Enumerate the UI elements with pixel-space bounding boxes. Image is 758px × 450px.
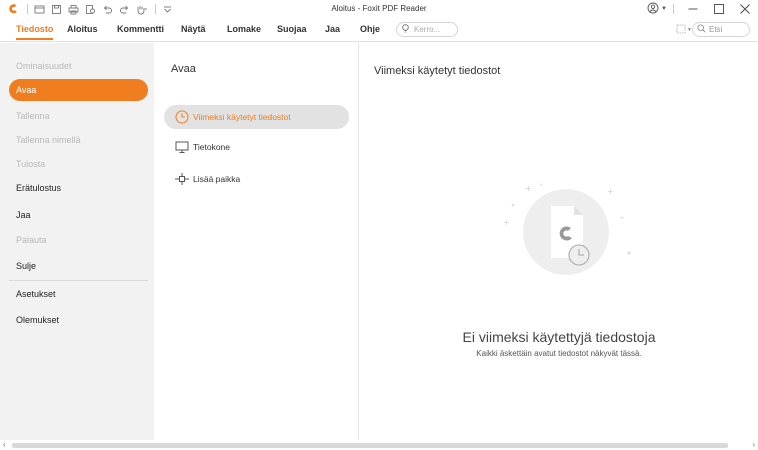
tab-form[interactable]: Lomake	[227, 18, 261, 42]
nav-item-print[interactable]: Tulosta	[9, 153, 148, 175]
svg-text:+: +	[503, 218, 510, 227]
svg-text:+: +	[619, 214, 625, 222]
customize-qat-icon[interactable]	[160, 2, 174, 16]
place-label: Viimeksi käytetyt tiedostot	[193, 112, 291, 122]
account-icon	[647, 2, 659, 16]
place-recent-files[interactable]: Viimeksi käytetyt tiedostot	[164, 105, 349, 129]
scrollbar-thumb[interactable]	[12, 443, 728, 448]
window-controls: ▼	[647, 0, 758, 18]
lightbulb-icon	[401, 24, 410, 35]
search-input[interactable]: Etsi	[692, 22, 750, 37]
tab-share[interactable]: Jaa	[325, 18, 340, 42]
computer-icon	[174, 139, 190, 155]
qat-separator	[27, 4, 28, 14]
tab-protect[interactable]: Suojaa	[277, 18, 307, 42]
chevron-down-icon: ▼	[661, 6, 667, 12]
place-label: Tietokone	[193, 142, 231, 152]
horizontal-scrollbar[interactable]: ‹ ›	[0, 440, 758, 450]
undo-icon[interactable]	[100, 2, 114, 16]
maximize-button[interactable]	[706, 0, 732, 18]
save-icon[interactable]	[49, 2, 63, 16]
search-icon	[697, 24, 706, 35]
nav-item-restore[interactable]: Palauta	[9, 229, 148, 251]
backstage-nav: Ominaisuudet Avaa Tallenna Tallenna nime…	[0, 43, 154, 440]
foxit-logo-icon[interactable]	[6, 2, 20, 16]
nav-item-save-as[interactable]: Tallenna nimellä	[9, 129, 148, 151]
open-pane: Avaa Viimeksi käytetyt tiedostot Tietoko…	[154, 43, 359, 440]
svg-text:+: +	[525, 184, 532, 193]
svg-text:+: +	[539, 182, 544, 189]
nav-item-skins[interactable]: Olemukset	[9, 309, 148, 331]
place-computer[interactable]: Tietokone	[164, 135, 349, 159]
nav-item-close[interactable]: Sulje	[9, 255, 148, 277]
nav-item-share[interactable]: Jaa	[9, 204, 148, 226]
nav-item-settings[interactable]: Asetukset	[9, 283, 148, 305]
redo-icon[interactable]	[117, 2, 131, 16]
tab-file[interactable]: Tiedosto	[16, 18, 54, 42]
add-place-icon	[174, 171, 190, 187]
empty-state-subtitle: Kaikki äskettäin avatut tiedostot näkyvä…	[476, 349, 642, 358]
minimize-button[interactable]	[680, 0, 706, 18]
account-menu[interactable]: ▼	[647, 2, 674, 16]
open-file-icon[interactable]	[32, 2, 46, 16]
quick-access-toolbar	[0, 0, 177, 18]
title-bar: Aloitus - Foxit PDF Reader ▼	[0, 0, 758, 18]
tab-view[interactable]: Näytä	[181, 18, 206, 42]
tell-me-placeholder: Kerro...	[414, 25, 441, 34]
account-separator	[673, 4, 674, 14]
nav-item-open[interactable]: Avaa	[9, 79, 148, 101]
recent-files-pane: Viimeksi käytetyt tiedostot + + + + + Ei…	[360, 43, 758, 440]
tell-me-box[interactable]: Kerro...	[396, 22, 458, 37]
close-button[interactable]	[732, 0, 758, 18]
scroll-left-icon[interactable]: ‹	[3, 440, 6, 450]
recent-files-title: Viimeksi käytetyt tiedostot	[374, 65, 501, 77]
nav-item-batch-print[interactable]: Erätulostus	[9, 177, 148, 199]
print-preview-icon[interactable]	[83, 2, 97, 16]
clock-icon	[174, 109, 190, 125]
qat-separator	[155, 4, 156, 14]
search-placeholder: Etsi	[709, 25, 723, 34]
print-icon[interactable]	[66, 2, 80, 16]
nav-divider	[9, 280, 148, 281]
empty-state-illustration: + + + + +	[501, 178, 631, 288]
tab-help[interactable]: Ohje	[360, 18, 380, 42]
place-add-location[interactable]: Lisää paikka	[164, 167, 349, 191]
ribbon-tabs: Tiedosto Aloitus Kommentti Näytä Lomake …	[0, 18, 758, 42]
search-options-icon	[676, 24, 686, 36]
place-label: Lisää paikka	[193, 174, 241, 184]
tab-home[interactable]: Aloitus	[67, 18, 98, 42]
svg-text:+: +	[607, 187, 614, 196]
open-pane-title: Avaa	[171, 63, 196, 75]
search-options[interactable]: ▼	[676, 24, 692, 36]
nav-item-save[interactable]: Tallenna	[9, 105, 148, 127]
hand-tool-icon[interactable]	[134, 2, 148, 16]
scroll-right-icon[interactable]: ›	[752, 440, 755, 450]
tab-comment[interactable]: Kommentti	[117, 18, 164, 42]
nav-item-properties[interactable]: Ominaisuudet	[9, 55, 148, 77]
empty-state-title: Ei viimeksi käytettyjä tiedostoja	[462, 329, 656, 345]
